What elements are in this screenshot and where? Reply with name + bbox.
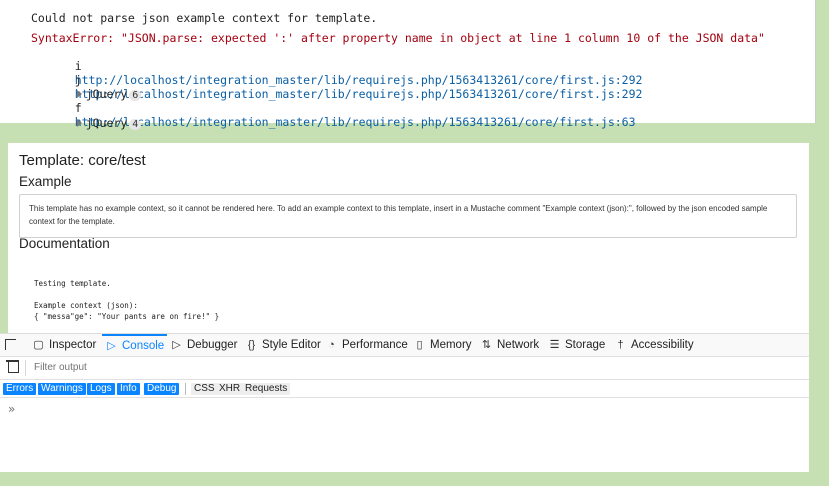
tab-console[interactable]: ▷ Console: [102, 334, 168, 356]
tab-label: Accessibility: [631, 339, 694, 351]
template-title: Template: core/test: [19, 152, 146, 169]
console-icon: ▷: [107, 339, 116, 352]
expand-triangle-icon[interactable]: [76, 119, 82, 127]
documentation-heading: Documentation: [19, 236, 110, 251]
doc-line: Testing template.: [34, 279, 111, 288]
debugger-icon: ▷: [172, 338, 181, 351]
template-preview-panel: Template: core/test Example This templat…: [8, 143, 809, 333]
tab-label: Inspector: [49, 339, 97, 351]
tab-memory[interactable]: ▯ Memory: [413, 334, 472, 356]
tab-label: Storage: [565, 339, 606, 351]
memory-icon: ▯: [416, 338, 423, 351]
filter-row: [0, 357, 809, 380]
tab-label: Network: [497, 339, 540, 351]
doc-line: Example context (json):: [34, 301, 138, 310]
element-picker-icon: [5, 339, 16, 350]
example-box: This template has no example context, so…: [19, 194, 797, 238]
tab-inspector[interactable]: ▢ Inspector: [32, 334, 96, 356]
console-input-prompt[interactable]: »: [8, 402, 15, 416]
element-picker-button[interactable]: [0, 334, 24, 356]
doc-line: { "messa"ge": "Your pants are on fire!" …: [34, 312, 220, 321]
filter-warnings[interactable]: Warnings: [38, 383, 86, 395]
network-icon: ⇅: [481, 338, 492, 351]
tab-label: Debugger: [187, 339, 238, 351]
console-message: Could not parse json example context for…: [31, 11, 378, 25]
example-message: This template has no example context, so…: [29, 204, 768, 226]
filter-output-input[interactable]: [30, 359, 438, 376]
tab-label: Memory: [430, 339, 472, 351]
tab-storage[interactable]: ☰ Storage: [548, 334, 606, 356]
tab-label: Style Editor: [262, 339, 321, 351]
syntax-error-text: SyntaxError: "JSON.parse: expected ':' a…: [31, 31, 765, 45]
group-label: jQuery: [85, 116, 128, 130]
log-category-filters: Errors Warnings Logs Info Debug CSS XHR …: [0, 381, 809, 398]
filter-logs[interactable]: Logs: [87, 383, 115, 395]
filter-errors[interactable]: Errors: [3, 383, 37, 395]
example-heading: Example: [19, 174, 72, 189]
inspector-icon: ▢: [33, 338, 44, 351]
style-editor-icon: {}: [247, 338, 256, 351]
tab-debugger[interactable]: ▷ Debugger: [170, 334, 238, 356]
filter-css[interactable]: CSS: [191, 383, 218, 395]
group-count-badge: 4: [129, 119, 142, 130]
tab-label: Console: [122, 340, 165, 352]
storage-icon: ☰: [549, 338, 560, 351]
devtools-toolbar: ▢ Inspector ▷ Console ▷ Debugger {} Style Ed…: [0, 334, 809, 357]
filter-xhr[interactable]: XHR: [216, 383, 244, 395]
stack-group-jquery[interactable]: jQuery 4: [49, 102, 142, 144]
console-error-panel: Could not parse json example context for…: [0, 0, 816, 130]
tab-network[interactable]: ⇅ Network: [480, 334, 539, 356]
performance-icon: ◔: [328, 338, 335, 351]
accessibility-icon: †: [617, 338, 624, 351]
divider: [185, 383, 186, 395]
filter-info[interactable]: Info: [117, 383, 140, 395]
filter-debug[interactable]: Debug: [144, 383, 180, 395]
tab-accessibility[interactable]: † Accessibility: [614, 334, 694, 356]
filter-requests[interactable]: Requests: [242, 383, 291, 395]
tab-performance[interactable]: ◔ Performance: [325, 334, 408, 356]
divider: [25, 360, 26, 376]
clear-console-icon[interactable]: [8, 362, 19, 373]
stack-link[interactable]: http://localhost/integration_master/lib/…: [75, 115, 636, 129]
tab-label: Performance: [342, 339, 408, 351]
devtools-panel: ▢ Inspector ▷ Console ▷ Debugger {} Style Ed…: [0, 333, 809, 472]
tab-style-editor[interactable]: {} Style Editor: [245, 334, 321, 356]
